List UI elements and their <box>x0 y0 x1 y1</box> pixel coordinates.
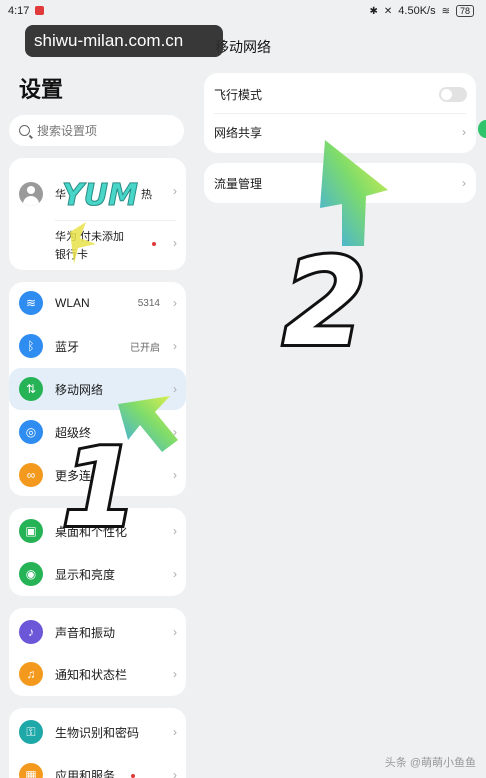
status-bar: 4:17 ✱ ✕ 4.50K/s ≋ 78 <box>0 0 486 24</box>
battery-icon: 78 <box>455 5 474 17</box>
chevron-right-icon: › <box>173 468 177 482</box>
status-indicators: ✱ ✕ 4.50K/s ≋ 78 <box>369 5 474 17</box>
sidebar-item-more-connections[interactable]: ∞ 更多连 › <box>9 454 186 496</box>
account-card[interactable]: 华 热 › 华为 付未添加 银行卡 › <box>9 158 186 270</box>
sidebar-item-mobile-network[interactable]: ⇅ 移动网络 › <box>9 368 186 410</box>
wifi-status-icon: ≋ <box>441 5 450 17</box>
url-watermark: shiwu-milan.com.cn <box>25 25 223 57</box>
hotspot-label: 网络共享 <box>214 125 263 140</box>
mobile-network-card: 飞行模式 网络共享 › <box>204 73 476 153</box>
network-card: ≋ WLAN 5314 › ᛒ 蓝牙 已开启 › ⇅ 移动网络 › ◎ 超级终 … <box>9 282 186 496</box>
key-icon: ⚿ <box>19 720 43 744</box>
sidebar-item-label: 移动网络 <box>55 382 104 397</box>
link-icon: ∞ <box>19 463 43 487</box>
data-usage-row[interactable]: 流量管理 › <box>204 163 476 203</box>
nfc-icon: ✱ <box>369 5 378 17</box>
wallpaper-icon: ▣ <box>19 519 43 543</box>
chevron-right-icon: › <box>462 176 466 190</box>
bluetooth-value: 已开启 <box>130 342 160 354</box>
sound-card: ♪ 声音和振动 › ♫ 通知和状态栏 › <box>9 608 186 696</box>
chevron-right-icon: › <box>173 625 177 639</box>
sidebar-item-label: 声音和振动 <box>55 625 116 640</box>
wifi-icon: ≋ <box>19 291 43 315</box>
wallet-chevron-icon[interactable]: › <box>173 236 177 250</box>
chevron-right-icon: › <box>173 339 177 353</box>
chevron-right-icon: › <box>173 524 177 538</box>
sidebar-item-label: 应用和服务 <box>55 768 116 778</box>
sidebar-item-display[interactable]: ◉ 显示和亮度 › <box>9 553 186 595</box>
mute-icon: ✕ <box>383 5 393 17</box>
hotspot-row[interactable]: 网络共享 › <box>204 112 476 152</box>
data-usage-label: 流量管理 <box>214 176 263 191</box>
display-card: ▣ 桌面和个性化 › ◉ 显示和亮度 › <box>9 508 186 596</box>
eye-icon: ◉ <box>19 562 43 586</box>
sidebar-item-label: WLAN <box>55 296 90 310</box>
sidebar-item-super-device[interactable]: ◎ 超级终 › <box>9 411 186 453</box>
wallet-sub-label: 银行卡 <box>55 249 88 261</box>
status-time: 4:17 <box>8 5 30 17</box>
sidebar-item-notifications[interactable]: ♫ 通知和状态栏 › <box>9 653 186 695</box>
corner-watermark: 头条 @萌萌小鱼鱼 <box>384 757 476 769</box>
account-chevron-icon[interactable]: › <box>173 184 177 198</box>
chevron-right-icon: › <box>173 425 177 439</box>
speaker-icon: ♪ <box>19 620 43 644</box>
sidebar-item-apps[interactable]: ▦ 应用和服务 › <box>9 754 186 778</box>
mobile-network-title: 移动网络 <box>215 39 271 55</box>
airplane-mode-label: 飞行模式 <box>214 87 263 102</box>
search-input[interactable]: 搜索设置项 <box>9 115 184 146</box>
step-number-2: 2 <box>283 234 367 373</box>
network-speed: 4.50K/s <box>398 5 436 17</box>
notification-dot <box>131 774 135 778</box>
sidebar-item-biometrics[interactable]: ⚿ 生物识别和密码 › <box>9 711 186 753</box>
wlan-value: 5314 <box>137 297 160 309</box>
data-usage-card: 流量管理 › <box>204 163 476 203</box>
avatar <box>19 182 43 206</box>
chevron-right-icon: › <box>173 725 177 739</box>
bluetooth-icon: ᛒ <box>19 334 43 358</box>
notification-dot <box>152 242 156 246</box>
sidebar-item-label: 更多连 <box>55 468 92 483</box>
sidebar-item-bluetooth[interactable]: ᛒ 蓝牙 已开启 › <box>9 325 186 367</box>
floating-assistant-icon[interactable] <box>478 120 486 138</box>
sidebar-item-label: 超级终 <box>55 425 92 440</box>
settings-title: 设置 <box>19 77 64 102</box>
sidebar-item-sound[interactable]: ♪ 声音和振动 › <box>9 611 186 653</box>
account-name-end: 热 <box>141 189 152 201</box>
airplane-mode-row[interactable]: 飞行模式 <box>204 74 476 114</box>
sidebar-item-label: 显示和亮度 <box>55 567 116 582</box>
sidebar-item-label: 蓝牙 <box>55 339 80 354</box>
app-notification-icon <box>35 6 44 15</box>
sidebar-item-label: 通知和状态栏 <box>55 667 128 682</box>
sidebar-item-desktop[interactable]: ▣ 桌面和个性化 › <box>9 510 186 552</box>
chevron-right-icon: › <box>173 382 177 396</box>
account-name: 华 <box>55 189 66 201</box>
divider <box>55 220 176 221</box>
airplane-mode-toggle[interactable] <box>439 86 467 102</box>
search-placeholder: 搜索设置项 <box>37 124 98 138</box>
chevron-right-icon: › <box>462 125 466 139</box>
security-card: ⚿ 生物识别和密码 › ▦ 应用和服务 › <box>9 708 186 778</box>
wallet-label: 华为 付未添加 <box>55 231 125 243</box>
sidebar-item-wlan[interactable]: ≋ WLAN 5314 › <box>9 282 186 324</box>
bell-icon: ♫ <box>19 662 43 686</box>
search-icon <box>19 125 30 136</box>
chevron-right-icon: › <box>173 768 177 778</box>
chevron-right-icon: › <box>173 296 177 310</box>
sidebar-item-label: 桌面和个性化 <box>55 524 128 539</box>
mobile-network-icon: ⇅ <box>19 377 43 401</box>
apps-icon: ▦ <box>19 763 43 778</box>
chevron-right-icon: › <box>173 567 177 581</box>
chevron-right-icon: › <box>173 667 177 681</box>
sidebar-item-label: 生物识别和密码 <box>55 725 140 740</box>
super-device-icon: ◎ <box>19 420 43 444</box>
